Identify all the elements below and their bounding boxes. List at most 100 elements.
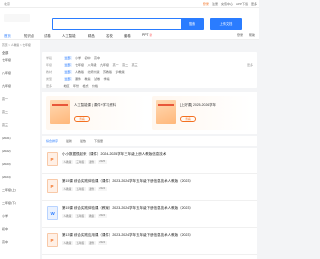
filter-option[interactable]: 北师大版 xyxy=(88,70,100,74)
sidebar-item[interactable]: 二年级(下) xyxy=(2,201,16,205)
tag: 课件 xyxy=(87,160,96,164)
sort-bar: 综合排序 最新 最热 下载量 xyxy=(42,136,257,146)
nav-ai[interactable]: 人工智能 xyxy=(62,33,76,38)
filter-option[interactable]: 小学 xyxy=(75,56,81,60)
promo-card[interactable]: [上好课] 2025-2026学年 查看 xyxy=(152,96,252,130)
list-item[interactable]: P 小小数据很起来（课件）2024-2025学年三年级上册人教版信息技术 人教版… xyxy=(42,148,257,174)
sort-option[interactable]: 综合排序 xyxy=(46,139,58,143)
filter-dropdown[interactable]: 格式 xyxy=(83,84,89,88)
filter-label: 学段 xyxy=(46,55,53,60)
nav-home[interactable]: 首页 xyxy=(4,33,11,38)
list-item[interactable]: P 第15课 综合实践体验课（课件）2023-2024学年五年级下册信息技术人教… xyxy=(42,175,257,201)
upload-button[interactable]: 上传文档 xyxy=(210,18,242,30)
list-item[interactable]: P 第13课 综合实践应用课（课件）2023-2024学年五年级下册信息技术人教… xyxy=(42,229,257,255)
filter-row-more: 更多 地区 年份 格式 价格 xyxy=(46,82,253,89)
filter-option[interactable]: 初中 xyxy=(85,56,91,60)
list-item-title[interactable]: 第13课 综合实践应用课（课件）2023-2024学年五年级下册信息技术人教版（… xyxy=(62,233,193,238)
tag: 2024 xyxy=(97,214,107,218)
sidebar-item[interactable]: 高二 xyxy=(2,110,8,114)
filter-option[interactable]: 高中 xyxy=(94,56,100,60)
site-logo[interactable] xyxy=(4,14,30,22)
tag: 人教版 xyxy=(62,241,73,245)
list-item-title[interactable]: 第15课 综合实践体验课（教案）2023-2024学年五年级下册信息技术人教版（… xyxy=(62,206,193,211)
filter-label: 年级 xyxy=(46,62,53,67)
app-download-link[interactable]: APP下载 xyxy=(236,2,248,6)
filter-row-stage: 学段 全部 小学 初中 高中 xyxy=(46,54,253,61)
sidebar-item[interactable]: 九年级 xyxy=(2,84,11,88)
nav-sets[interactable]: 套卷 xyxy=(124,33,131,38)
list-item-title[interactable]: 小小数据很起来（课件）2024-2025学年三年级上册人教版信息技术 xyxy=(62,152,166,157)
sort-option[interactable]: 下载量 xyxy=(94,139,103,143)
tag: 课件 xyxy=(87,241,96,245)
filter-option[interactable]: 全部 xyxy=(63,62,72,67)
filter-option[interactable]: 全部 xyxy=(63,76,72,81)
sidebar-item[interactable]: 高三 xyxy=(2,123,8,127)
filter-option[interactable]: 人教版 xyxy=(75,70,84,74)
nav-login[interactable]: 登录 xyxy=(237,33,243,37)
breadcrumb: 首页 > 人教版 > 七年级 xyxy=(2,43,31,47)
location-label[interactable]: 北京 xyxy=(4,2,10,6)
nav-ppt[interactable]: PPT 新 xyxy=(142,33,152,37)
nav-papers[interactable]: 试卷 xyxy=(44,33,51,38)
tag-group: 人教版 五年级 教案 2024 xyxy=(62,214,107,218)
sidebar-item[interactable]: 高中 xyxy=(2,240,8,244)
filter-more[interactable]: 更多 xyxy=(247,63,253,67)
sort-option[interactable]: 最新 xyxy=(66,139,72,143)
sort-option[interactable]: 最热 xyxy=(80,139,86,143)
tag: 2024 xyxy=(97,187,107,191)
tag-group: 人教版 五年级 课件 2024 xyxy=(62,187,107,191)
promo-card[interactable]: 人工智能课 | 课件+学习资料 查看 xyxy=(46,96,146,130)
filter-dropdown[interactable]: 价格 xyxy=(92,84,98,88)
sidebar-title[interactable]: 全部 xyxy=(2,50,8,55)
nav-ppt-label: PPT xyxy=(142,32,149,37)
sidebar-item[interactable]: 八年级 xyxy=(2,71,11,75)
filter-dropdown[interactable]: 地区 xyxy=(64,84,70,88)
filter-option[interactable]: 全部 xyxy=(63,69,72,74)
filter-option[interactable]: 试卷 xyxy=(94,77,100,81)
filter-option[interactable]: 苏教版 xyxy=(103,70,112,74)
filter-option[interactable]: 教案 xyxy=(85,77,91,81)
filter-option[interactable]: 沪教版 xyxy=(116,70,125,74)
filter-dropdown[interactable]: 年份 xyxy=(73,84,79,88)
nav-famous-schools[interactable]: 名校 xyxy=(106,33,113,38)
nav-premium[interactable]: 精品 xyxy=(88,33,95,38)
top-utility-bar: 北京 登录 注册 充值中心 APP下载 更多 xyxy=(0,0,259,8)
sidebar-item[interactable]: 初中 xyxy=(2,227,8,231)
filter-option[interactable]: 学案 xyxy=(104,77,110,81)
filter-option[interactable]: 高二 xyxy=(122,63,128,67)
sidebar-item[interactable]: (2024) xyxy=(2,175,11,179)
filter-option[interactable]: 七年级 xyxy=(75,63,84,67)
filter-row-textbook: 教材 全部 人教版 北师大版 苏教版 沪教版 xyxy=(46,68,253,75)
list-item-title[interactable]: 第15课 综合实践体验课（课件）2023-2024学年五年级下册信息技术人教版（… xyxy=(62,179,193,184)
sidebar-item[interactable]: (2022) xyxy=(2,149,11,153)
recharge-link[interactable]: 充值中心 xyxy=(221,2,233,6)
promo-thumbnail xyxy=(50,100,70,124)
nav-knowledge[interactable]: 知识点 xyxy=(24,33,34,38)
sidebar-item[interactable]: 七年级 xyxy=(2,58,11,62)
filter-option[interactable]: 全部 xyxy=(63,55,72,60)
register-link[interactable]: 注册 xyxy=(212,2,218,6)
login-link[interactable]: 登录 xyxy=(203,2,209,6)
filter-option[interactable]: 课件 xyxy=(75,77,81,81)
ppt-file-icon: P xyxy=(47,233,58,247)
filter-option[interactable]: 高三 xyxy=(132,63,138,67)
filter-option[interactable]: 高一 xyxy=(113,63,119,67)
sidebar-item[interactable]: (2021) xyxy=(2,136,11,140)
sidebar-item[interactable]: 小学 xyxy=(2,214,8,218)
sidebar-item[interactable]: 高一 xyxy=(2,97,8,101)
promo-thumbnail xyxy=(156,100,176,124)
nav-help[interactable]: 帮助 xyxy=(249,33,255,37)
filter-option[interactable]: 九年级 xyxy=(100,63,109,67)
sidebar-item[interactable]: (2023) xyxy=(2,162,11,166)
promo-view-button[interactable]: 查看 xyxy=(74,116,90,122)
promo-view-button[interactable]: 查看 xyxy=(180,116,196,122)
sidebar-item[interactable]: 二年级(上) xyxy=(2,188,16,192)
filter-option[interactable]: 八年级 xyxy=(88,63,97,67)
more-link[interactable]: 更多 xyxy=(251,2,257,6)
promo-title: 人工智能课 | 课件+学习资料 xyxy=(74,103,117,107)
main-content: 学段 全部 小学 初中 高中 年级 全部 七年级 八年级 九年级 高一 高二 高… xyxy=(42,52,257,259)
list-item[interactable]: W 第15课 综合实践体验课（教案）2023-2024学年五年级下册信息技术人教… xyxy=(42,202,257,228)
filter-row-type: 类型 全部 课件 教案 试卷 学案 xyxy=(46,75,253,82)
filter-panel: 学段 全部 小学 初中 高中 年级 全部 七年级 八年级 九年级 高一 高二 高… xyxy=(42,52,257,88)
search-button[interactable]: 搜索 xyxy=(181,19,203,29)
